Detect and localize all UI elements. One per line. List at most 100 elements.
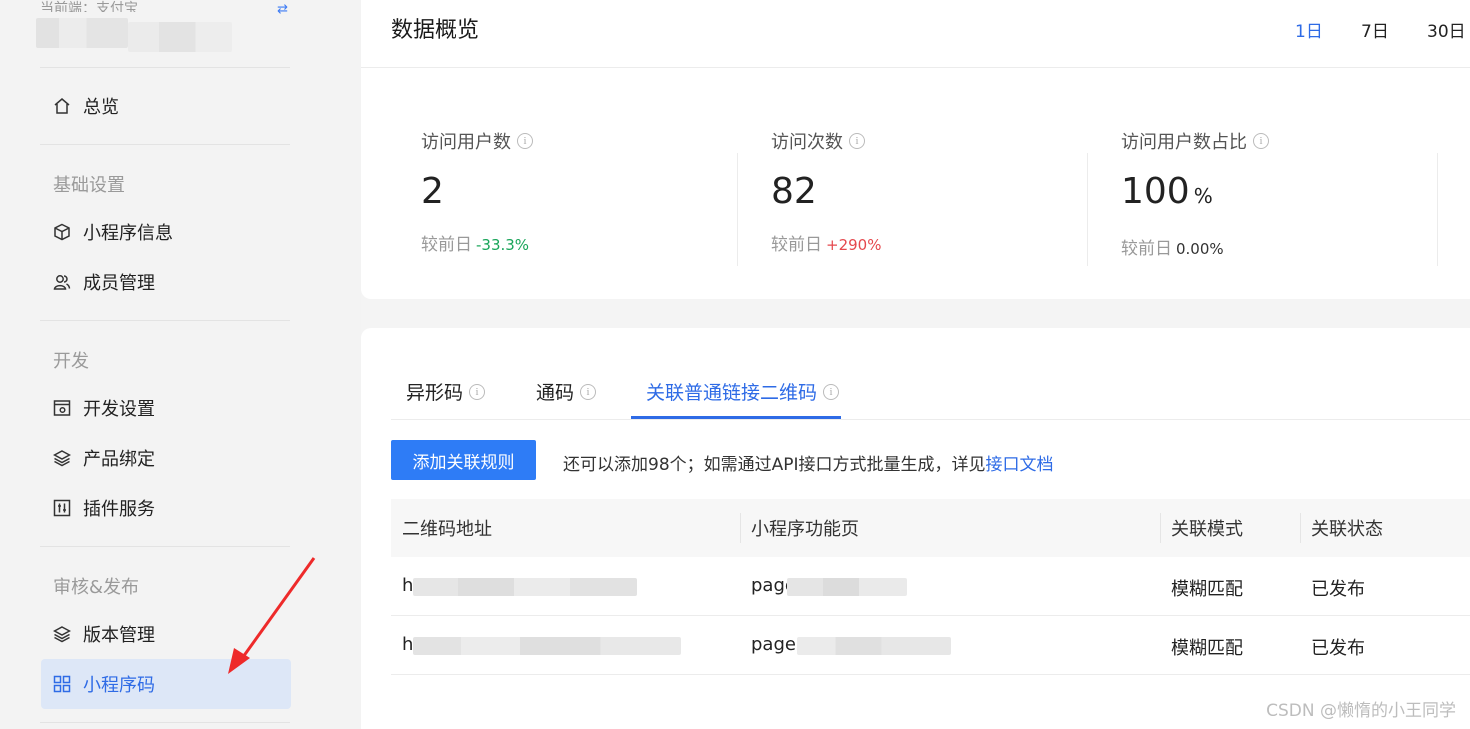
compare-label: 较前日: [1121, 239, 1172, 259]
layers-icon: [53, 625, 71, 643]
cell-status: 已发布: [1311, 579, 1365, 600]
tab-label: 异形码: [406, 382, 464, 404]
table-row[interactable]: h pages 模糊匹配 已发布: [391, 616, 1470, 675]
stat-unit: %: [1193, 184, 1213, 208]
settings-window-icon: [53, 399, 71, 417]
api-docs-link[interactable]: 接口文档: [986, 455, 1054, 475]
sidebar-item-label: 开发设置: [83, 399, 155, 420]
app-name-blurred: [36, 18, 128, 48]
divider: [40, 144, 290, 145]
info-icon[interactable]: i: [849, 133, 865, 149]
compare-label: 较前日: [421, 235, 472, 255]
section-title-dev: 开发: [53, 351, 89, 372]
info-icon[interactable]: i: [469, 383, 486, 400]
sliders-icon: [53, 499, 71, 517]
sidebar-item-label: 成员管理: [83, 273, 155, 294]
divider: [737, 153, 738, 266]
blurred-page: [797, 637, 951, 655]
switch-icon[interactable]: ⇄: [277, 2, 288, 17]
data-overview-card: 数据概览 1日 7日 30日 访问用户数 i 2 较前日 -33.3% 访问次数 i …: [361, 0, 1470, 299]
blurred-page: [787, 578, 907, 596]
cell-status: 已发布: [1311, 638, 1365, 659]
col-header-status: 关联状态: [1311, 519, 1383, 540]
tab-label: 关联普通链接二维码: [646, 382, 818, 404]
info-icon[interactable]: i: [823, 383, 840, 400]
users-icon: [53, 273, 71, 291]
grid-icon: [53, 675, 71, 693]
section-title-release: 审核&发布: [53, 577, 140, 598]
cell-url: h: [402, 634, 414, 655]
delta-value: 0.00%: [1176, 240, 1224, 258]
stat-label: 访问次数: [771, 132, 843, 153]
cell-mode: 模糊匹配: [1171, 579, 1243, 600]
tab-label: 通码: [536, 382, 575, 404]
compare-label: 较前日: [771, 235, 822, 255]
sidebar-item-app-info[interactable]: 小程序信息: [41, 207, 291, 257]
qrcode-card: 异形码 i 通码 i 关联普通链接二维码 i 添加关联规则 还可以添加98个；如需通过…: [361, 328, 1470, 729]
stat-visitor-ratio: 访问用户数占比 i 100% 较前日 0.00%: [1121, 128, 1451, 259]
app-switcher[interactable]: 当前端：支付宝 ⇄: [36, 0, 290, 68]
info-icon[interactable]: i: [517, 133, 533, 149]
sidebar-item-overview[interactable]: 总览: [41, 81, 291, 131]
blurred-url: [413, 578, 637, 596]
divider: [1160, 513, 1161, 543]
tab-general-code[interactable]: 通码 i: [536, 378, 597, 405]
stat-label: 访问用户数占比: [1121, 132, 1247, 153]
divider: [391, 419, 1470, 420]
divider: [1300, 513, 1301, 543]
range-30d[interactable]: 30日: [1427, 17, 1466, 42]
sidebar-item-dev-settings[interactable]: 开发设置: [41, 383, 291, 433]
sidebar-item-plugins[interactable]: 插件服务: [41, 483, 291, 533]
sidebar-item-label: 总览: [83, 97, 119, 118]
hint-text: 还可以添加98个；如需通过API接口方式批量生成，详见: [563, 455, 986, 475]
divider: [40, 546, 290, 547]
info-icon[interactable]: i: [1253, 133, 1269, 149]
layers-icon: [53, 449, 71, 467]
sidebar-item-label: 插件服务: [83, 499, 155, 520]
sidebar-item-label: 版本管理: [83, 625, 155, 646]
divider: [1087, 153, 1088, 266]
section-title-basic: 基础设置: [53, 175, 125, 196]
cell-url: h: [402, 575, 414, 596]
blurred-url: [413, 637, 681, 655]
table-row[interactable]: h page 模糊匹配 已发布: [391, 557, 1470, 616]
col-header-page: 小程序功能页: [751, 519, 859, 540]
annotation-arrow: [228, 557, 316, 674]
rules-table: 二维码地址 小程序功能页 关联模式 关联状态 h page 模糊匹配 已发布 h…: [391, 499, 1470, 675]
page-title: 数据概览: [391, 18, 480, 43]
divider: [40, 722, 290, 723]
divider: [361, 67, 1470, 68]
divider: [40, 320, 290, 321]
endpoint-label: 当前端：支付宝: [40, 1, 138, 12]
stat-value: 82: [771, 171, 817, 212]
stat-value: 2: [421, 171, 444, 212]
sidebar-item-label: 小程序信息: [83, 223, 173, 244]
stat-visits: 访问次数 i 82 较前日 +290%: [771, 128, 1101, 255]
sidebar-item-label: 小程序码: [83, 675, 155, 696]
range-1d[interactable]: 1日: [1295, 17, 1323, 42]
range-7d[interactable]: 7日: [1361, 17, 1389, 42]
sidebar-item-label: 产品绑定: [83, 449, 155, 470]
delta-value: -33.3%: [476, 236, 530, 254]
table-header: 二维码地址 小程序功能页 关联模式 关联状态: [391, 499, 1470, 557]
watermark: CSDN @懒惰的小王同学: [1266, 701, 1456, 721]
home-icon: [53, 97, 71, 115]
tab-link-qrcode[interactable]: 关联普通链接二维码 i: [646, 378, 840, 405]
tab-special-code[interactable]: 异形码 i: [406, 378, 486, 405]
divider: [740, 513, 741, 543]
col-header-url: 二维码地址: [402, 519, 492, 540]
cell-mode: 模糊匹配: [1171, 638, 1243, 659]
cube-icon: [53, 223, 71, 241]
info-icon[interactable]: i: [580, 383, 597, 400]
stat-label: 访问用户数: [421, 132, 511, 153]
delta-value: +290%: [826, 236, 882, 254]
sidebar-item-members[interactable]: 成员管理: [41, 257, 291, 307]
sidebar-item-product-binding[interactable]: 产品绑定: [41, 433, 291, 483]
col-header-mode: 关联模式: [1171, 519, 1243, 540]
stat-visitors: 访问用户数 i 2 较前日 -33.3%: [421, 128, 751, 255]
app-id-blurred: [128, 22, 232, 52]
stat-value: 100: [1121, 171, 1190, 212]
add-rule-button[interactable]: 添加关联规则: [391, 440, 536, 480]
quota-hint: 还可以添加98个；如需通过API接口方式批量生成，详见接口文档: [563, 450, 1054, 475]
divider: [1437, 153, 1438, 266]
